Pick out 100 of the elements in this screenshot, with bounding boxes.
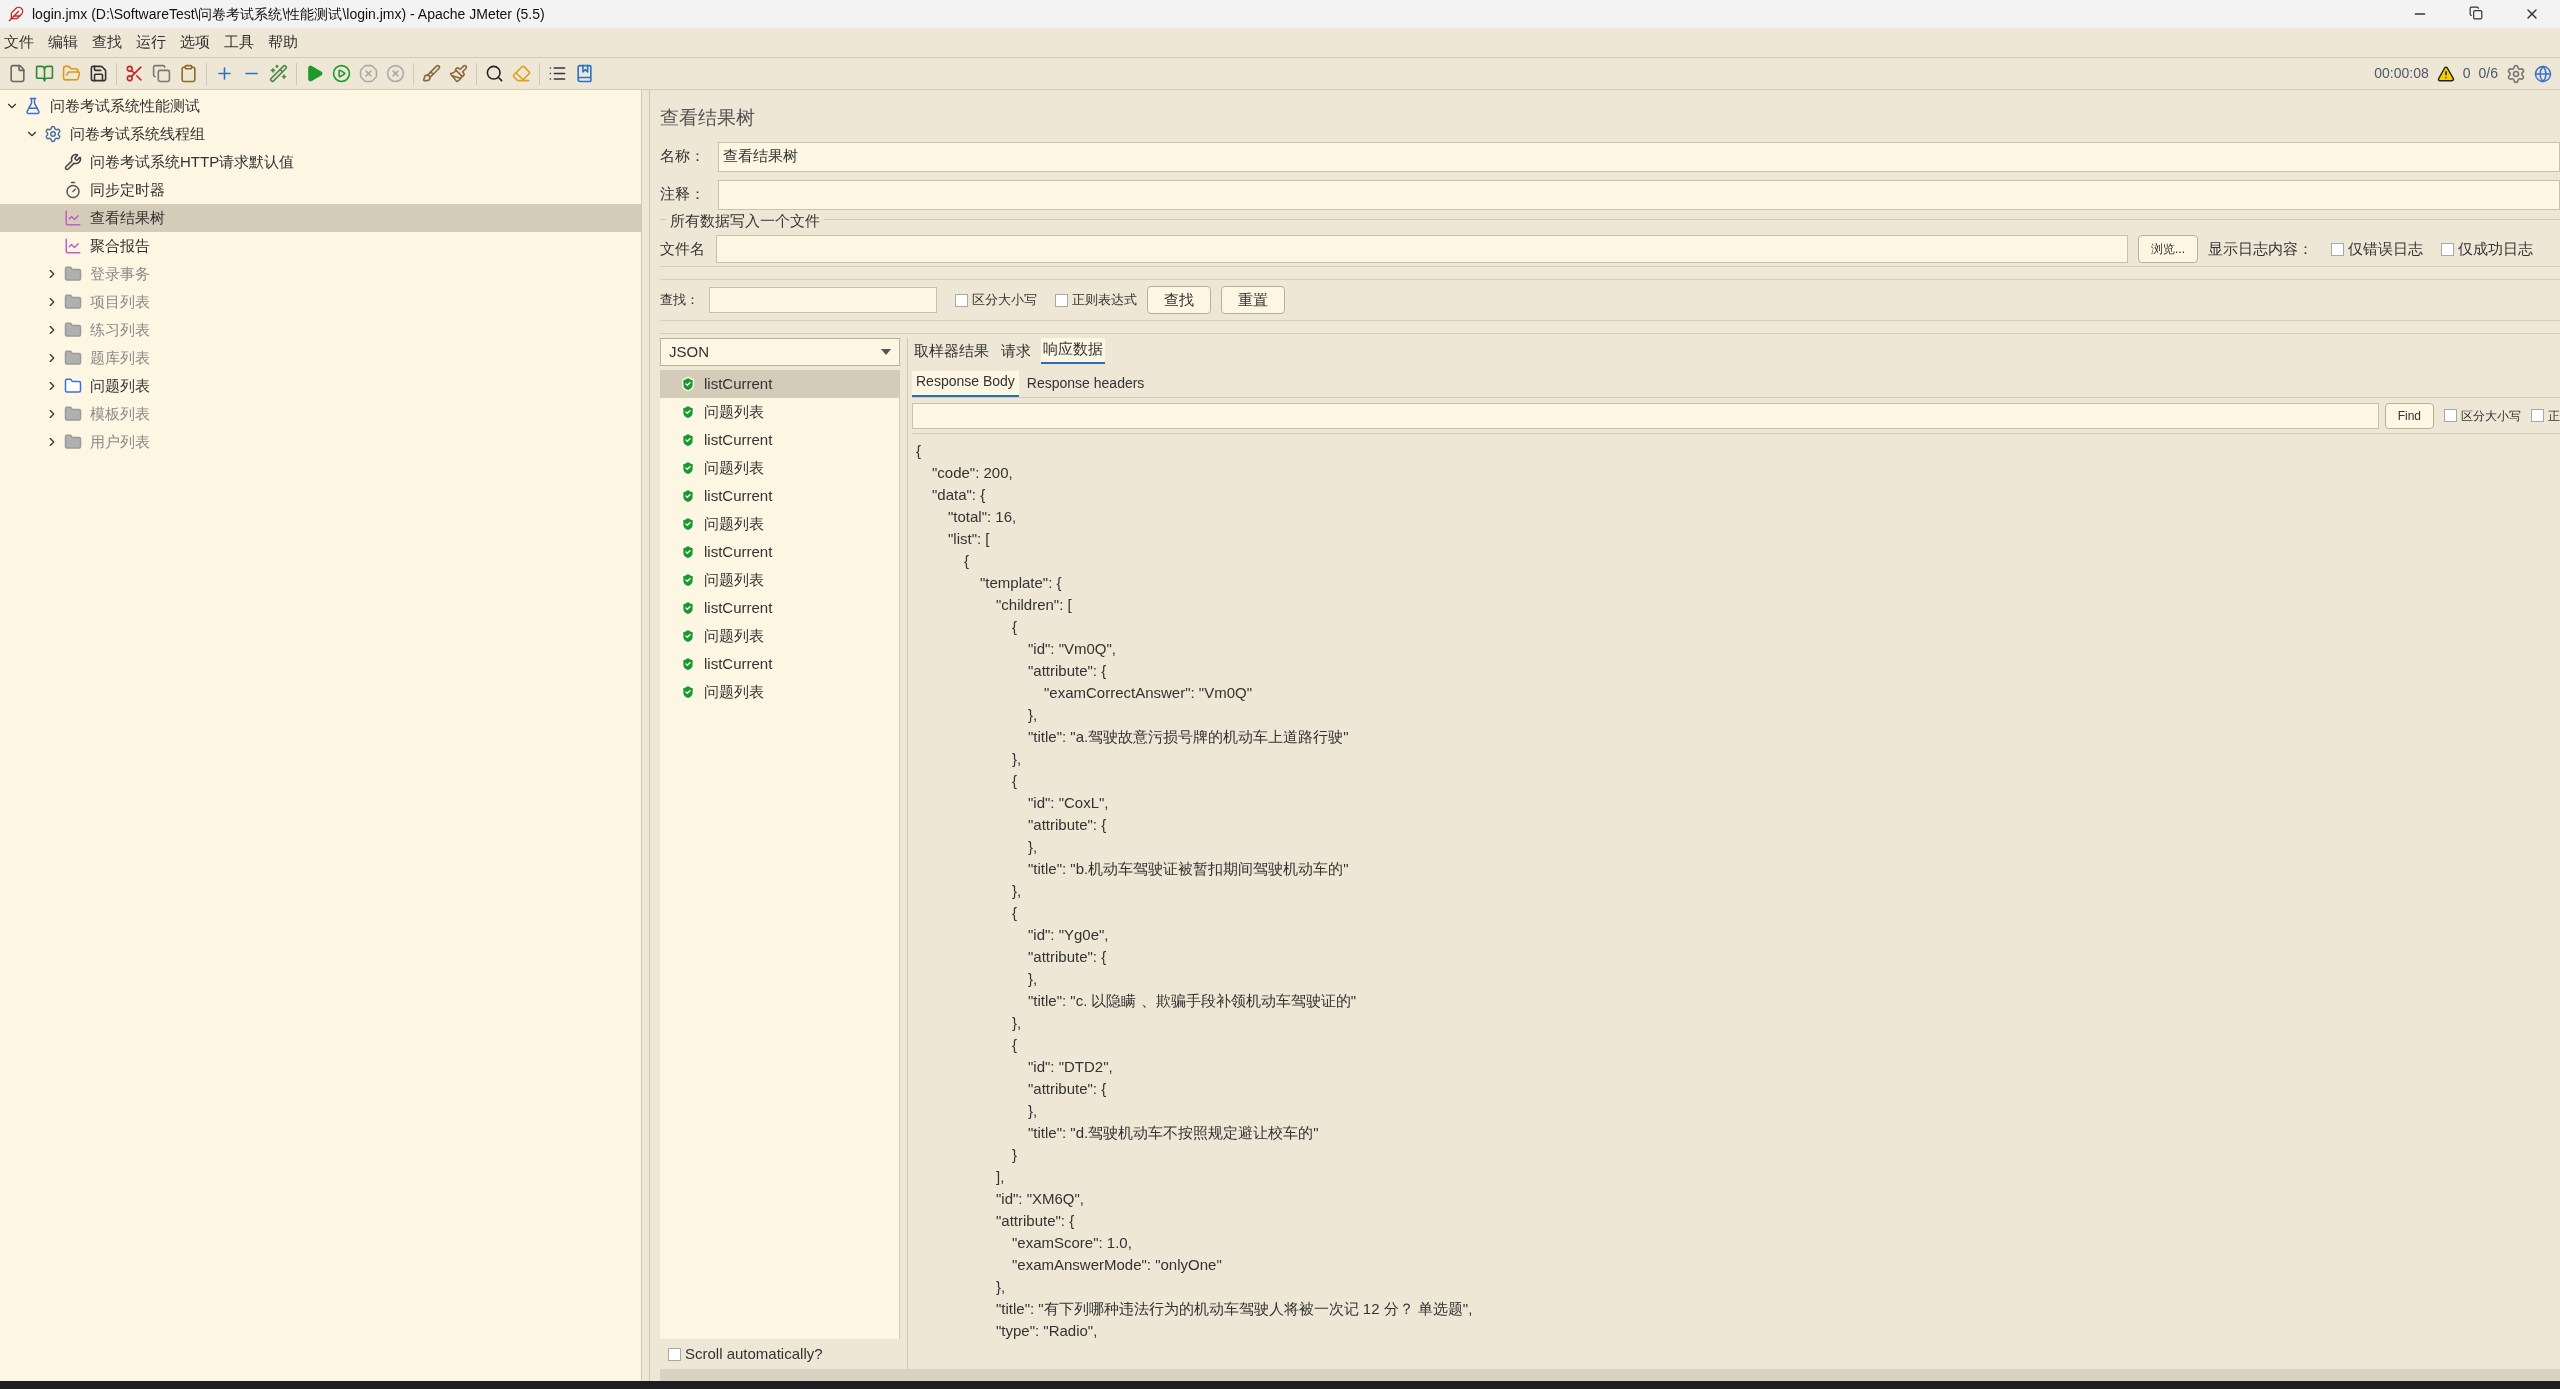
sample-item[interactable]: listCurrent — [660, 594, 899, 622]
warning-icon[interactable] — [2436, 64, 2455, 83]
sample-item[interactable]: 问题列表 — [660, 622, 899, 650]
checkbox[interactable] — [1055, 293, 1068, 307]
code-line: { — [964, 551, 969, 571]
scrollbar[interactable] — [660, 1369, 2560, 1381]
code-line: "attribute": { — [996, 1211, 1075, 1231]
tree-item[interactable]: 查看结果树 — [0, 204, 641, 232]
open-folder-icon[interactable] — [62, 64, 81, 83]
code-line: }, — [1028, 705, 1038, 725]
checkbox-label: 仅成功日志 — [2458, 238, 2533, 259]
code-line: { — [1012, 903, 1017, 923]
code-line: "id": "CoxL", — [1028, 793, 1109, 813]
sample-item[interactable]: 问题列表 — [660, 454, 899, 482]
new-file-icon[interactable] — [8, 64, 27, 83]
code-line: { — [1012, 771, 1017, 791]
dropdown-arrow-icon — [881, 349, 891, 355]
tree-item[interactable]: 问卷考试系统性能测试 — [0, 92, 641, 120]
sample-item[interactable]: listCurrent — [660, 426, 899, 454]
menu-item[interactable]: 编辑 — [48, 31, 78, 54]
checkbox-label: Scroll automatically? — [685, 1343, 823, 1364]
search-label: 查找： — [660, 291, 699, 310]
menu-item[interactable]: 选项 — [180, 31, 210, 54]
copy-icon[interactable] — [152, 64, 171, 83]
restore-icon[interactable] — [2469, 6, 2483, 20]
code-line: } — [1012, 1145, 1017, 1165]
save-icon[interactable] — [89, 64, 108, 83]
code-line: { — [1012, 1035, 1017, 1055]
warning-count: 0 — [2462, 64, 2471, 83]
code-line: { — [916, 441, 921, 461]
tab[interactable]: 请求 — [999, 339, 1033, 364]
field-label: 名称： — [660, 146, 706, 167]
checkbox[interactable] — [2444, 409, 2457, 422]
thread-count: 0/6 — [2478, 64, 2498, 83]
sample-item[interactable]: 问题列表 — [660, 510, 899, 538]
checkbox[interactable] — [668, 1347, 681, 1361]
code-line: "examScore": 1.0, — [1012, 1233, 1132, 1253]
code-line: "title": "b.机动车驾驶证被暂扣期间驾驶机动车的" — [1028, 859, 1349, 879]
code-line: ], — [996, 1167, 1005, 1187]
comment-field[interactable] — [718, 179, 2560, 210]
checkbox[interactable] — [955, 293, 968, 307]
menu-item[interactable]: 帮助 — [268, 31, 298, 54]
tree-item[interactable]: 同步定时器 — [0, 176, 641, 204]
folder-icon — [64, 433, 82, 451]
checkbox-label: 仅错误日志 — [2348, 238, 2423, 259]
checkbox-label: 区分大小写 — [972, 291, 1037, 310]
code-line: "id": "XM6Q", — [996, 1189, 1084, 1209]
globe-icon[interactable] — [2534, 64, 2552, 83]
checkbox[interactable] — [2441, 242, 2454, 256]
paste-icon[interactable] — [179, 64, 198, 83]
menu-item[interactable]: 查找 — [92, 31, 122, 54]
tree-item[interactable]: 问卷考试系统线程组 — [0, 120, 641, 148]
sample-item[interactable]: 问题列表 — [660, 398, 899, 426]
code-line: "title": "有下列哪种违法行为的机动车驾驶人将被一次记 12 分？ 单选题", — [996, 1299, 1473, 1319]
tab[interactable]: Response headers — [1022, 373, 1149, 397]
file-name-field[interactable] — [716, 235, 2128, 263]
timer-icon — [64, 181, 82, 199]
log-label: 显示日志内容： — [2208, 238, 2313, 259]
code-line: "examCorrectAnswer": "Vm0Q" — [1044, 683, 1252, 703]
folder-icon — [64, 321, 82, 339]
code-line: "total": 16, — [948, 507, 1017, 527]
tree-item[interactable]: 问题列表 — [0, 372, 641, 400]
gear-icon — [44, 125, 62, 143]
code-line: }, — [996, 1277, 1006, 1297]
checkbox[interactable] — [2531, 409, 2544, 422]
sample-item[interactable]: listCurrent — [660, 370, 899, 398]
checkbox[interactable] — [2331, 242, 2344, 256]
start-icon[interactable] — [305, 64, 324, 83]
tab[interactable]: 响应数据 — [1041, 337, 1105, 364]
renderer-dropdown[interactable]: JSON — [660, 338, 900, 366]
flask-icon — [24, 97, 42, 115]
find-button[interactable]: Find — [2384, 402, 2434, 429]
search-button[interactable]: 重置 — [1221, 286, 1285, 314]
cut-icon[interactable] — [125, 64, 144, 83]
menu-item[interactable]: 文件 — [4, 31, 34, 54]
code-line: "attribute": { — [1028, 947, 1107, 967]
browse-button[interactable]: 浏览... — [2138, 235, 2198, 263]
find-field[interactable] — [912, 402, 2379, 429]
menu-item[interactable]: 运行 — [136, 31, 166, 54]
clear-icon[interactable] — [422, 64, 441, 83]
name-field[interactable]: 查看结果树 — [718, 141, 2560, 172]
tree-item[interactable]: 问卷考试系统HTTP请求默认值 — [0, 148, 641, 176]
menu-item[interactable]: 工具 — [224, 31, 254, 54]
sample-item[interactable]: listCurrent — [660, 650, 899, 678]
search-button[interactable]: 查找 — [1147, 286, 1211, 314]
tab[interactable]: Response Body — [912, 371, 1019, 397]
sample-item[interactable]: listCurrent — [660, 482, 899, 510]
search-icon[interactable] — [485, 64, 504, 83]
sample-item[interactable]: 问题列表 — [660, 566, 899, 594]
checkbox-label: 正则表达式 — [1072, 291, 1137, 310]
sample-item[interactable]: 问题列表 — [660, 678, 899, 706]
code-line: "attribute": { — [1028, 815, 1107, 835]
code-line: }, — [1028, 969, 1038, 989]
gear-icon[interactable] — [2506, 63, 2526, 84]
tree-item[interactable]: 聚合报告 — [0, 232, 641, 260]
panel-title: 查看结果树 — [660, 106, 756, 130]
sample-item[interactable]: listCurrent — [660, 538, 899, 566]
tab[interactable]: 取样器结果 — [912, 339, 991, 364]
code-line: "title": "a.驾驶故意污损号牌的机动车上道路行驶" — [1028, 727, 1349, 747]
search-field[interactable] — [709, 287, 937, 313]
